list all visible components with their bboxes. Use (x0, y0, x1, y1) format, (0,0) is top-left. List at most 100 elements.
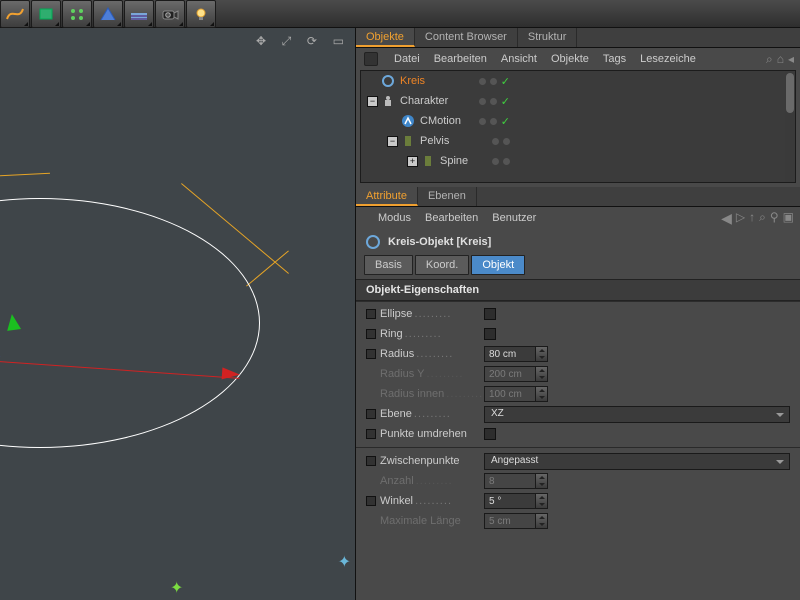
spinner[interactable] (536, 493, 548, 509)
attribute-tabs: Attribute Ebenen (356, 187, 800, 207)
array-tool-button[interactable] (62, 0, 92, 28)
search-icon[interactable]: ⌕ (766, 52, 773, 67)
layer-dot[interactable] (479, 78, 486, 85)
tree-expander[interactable]: − (387, 136, 398, 147)
nav-fwd-icon[interactable]: ▷ (736, 210, 745, 227)
radius-y-input (484, 366, 536, 382)
up-icon[interactable]: ↑ (749, 210, 755, 227)
nav-gizmo-icon[interactable]: ✦ (338, 552, 351, 572)
winkel-input[interactable] (484, 493, 536, 509)
primitive-tool-button[interactable] (31, 0, 61, 28)
prop-label: Ebene (380, 408, 484, 420)
axis-y-arrow[interactable] (5, 313, 21, 331)
anim-dot[interactable] (366, 429, 376, 439)
home-icon[interactable]: ⌂ (777, 52, 784, 67)
view-nav-icons[interactable]: ✥ ⤢ ⟳ ▭ (256, 34, 347, 49)
axis-x-arrow[interactable] (222, 367, 241, 380)
deformer-tool-button[interactable] (93, 0, 123, 28)
enable-check-icon[interactable]: ✓ (501, 95, 510, 108)
layer-dot[interactable] (503, 138, 510, 145)
prop-label: Winkel (380, 495, 484, 507)
anim-dot[interactable] (366, 409, 376, 419)
prop-label: Radius (380, 348, 484, 360)
layer-dot[interactable] (492, 158, 499, 165)
layer-dot[interactable] (490, 78, 497, 85)
tree-expander[interactable]: − (367, 96, 378, 107)
tab-struktur[interactable]: Struktur (518, 28, 578, 47)
nav-back-icon[interactable]: ◀ (721, 210, 732, 227)
radius-innen-input (484, 386, 536, 402)
cmotion-icon (401, 114, 415, 128)
search-icon[interactable]: ⌕ (759, 210, 766, 227)
spline-tool-button[interactable] (0, 0, 30, 28)
attribute-title-row: Kreis-Objekt [Kreis] (356, 229, 800, 255)
prop-radius: Radius (366, 344, 790, 364)
menu-bearbeiten[interactable]: Bearbeiten (425, 212, 478, 224)
tree-expander[interactable]: + (407, 156, 418, 167)
tree-row-spine[interactable]: + Spine (361, 151, 795, 171)
subtab-koord[interactable]: Koord. (415, 255, 469, 275)
layer-dot[interactable] (490, 98, 497, 105)
prop-label: Punkte umdrehen (380, 428, 484, 440)
tree-row-cmotion[interactable]: CMotion ✓ (361, 111, 795, 131)
tab-objects[interactable]: Objekte (356, 28, 415, 47)
spinner[interactable] (536, 346, 548, 362)
ring-checkbox[interactable] (484, 328, 496, 340)
menu-tags[interactable]: Tags (603, 53, 626, 65)
new-panel-icon[interactable]: ▣ (783, 210, 794, 227)
light-tool-button[interactable] (186, 0, 216, 28)
object-tree[interactable]: Kreis ✓ − Charakter ✓ CMotion ✓ − Pelvis (360, 70, 796, 183)
main-toolbar (0, 0, 800, 28)
nav-gizmo-icon[interactable]: ✦ (170, 578, 183, 598)
anim-dot[interactable] (366, 456, 376, 466)
floor-tool-button[interactable] (124, 0, 154, 28)
anim-dot[interactable] (366, 329, 376, 339)
layer-dot[interactable] (479, 118, 486, 125)
maxlen-input (484, 513, 536, 529)
prop-label: Radius Y (380, 368, 484, 380)
joint-icon (401, 134, 415, 148)
menu-objekte[interactable]: Objekte (551, 53, 589, 65)
layer-dot[interactable] (490, 118, 497, 125)
camera-frame-line (0, 173, 50, 177)
enable-check-icon[interactable]: ✓ (501, 115, 510, 128)
object-name: Charakter (400, 95, 448, 107)
menu-benutzer[interactable]: Benutzer (492, 212, 536, 224)
tree-row-pelvis[interactable]: − Pelvis (361, 131, 795, 151)
anim-dot[interactable] (366, 309, 376, 319)
panel-menu-icon[interactable] (364, 52, 378, 66)
anim-dot[interactable] (366, 349, 376, 359)
circle-spline[interactable] (0, 198, 260, 448)
subtab-basis[interactable]: Basis (364, 255, 413, 275)
subtab-objekt[interactable]: Objekt (471, 255, 525, 275)
attribute-title: Kreis-Objekt [Kreis] (388, 236, 491, 248)
lock-icon[interactable]: ⚲ (770, 210, 779, 227)
object-name: Pelvis (420, 135, 449, 147)
arrow-left-icon[interactable]: ◂ (788, 52, 794, 67)
tree-row-kreis[interactable]: Kreis ✓ (361, 71, 795, 91)
tree-scrollbar[interactable] (785, 71, 795, 182)
layer-dot[interactable] (479, 98, 486, 105)
menu-ansicht[interactable]: Ansicht (501, 53, 537, 65)
tab-ebenen[interactable]: Ebenen (418, 187, 477, 206)
menu-modus[interactable]: Modus (378, 212, 411, 224)
zwischen-dropdown[interactable]: Angepasst (484, 453, 790, 470)
tree-row-charakter[interactable]: − Charakter ✓ (361, 91, 795, 111)
tab-content-browser[interactable]: Content Browser (415, 28, 518, 47)
layer-dot[interactable] (503, 158, 510, 165)
menu-bearbeiten[interactable]: Bearbeiten (434, 53, 487, 65)
spinner (536, 366, 548, 382)
camera-tool-button[interactable] (155, 0, 185, 28)
radius-input[interactable] (484, 346, 536, 362)
tab-attribute[interactable]: Attribute (356, 187, 418, 206)
ellipse-checkbox[interactable] (484, 308, 496, 320)
menu-lesezeichen[interactable]: Lesezeiche (640, 53, 696, 65)
punkte-checkbox[interactable] (484, 428, 496, 440)
ebene-dropdown[interactable]: XZ (484, 406, 790, 423)
menu-datei[interactable]: Datei (394, 53, 420, 65)
spinner (536, 386, 548, 402)
layer-dot[interactable] (492, 138, 499, 145)
enable-check-icon[interactable]: ✓ (501, 75, 510, 88)
viewport[interactable]: ✥ ⤢ ⟳ ▭ ✦ ✦ (0, 28, 356, 600)
anim-dot[interactable] (366, 496, 376, 506)
